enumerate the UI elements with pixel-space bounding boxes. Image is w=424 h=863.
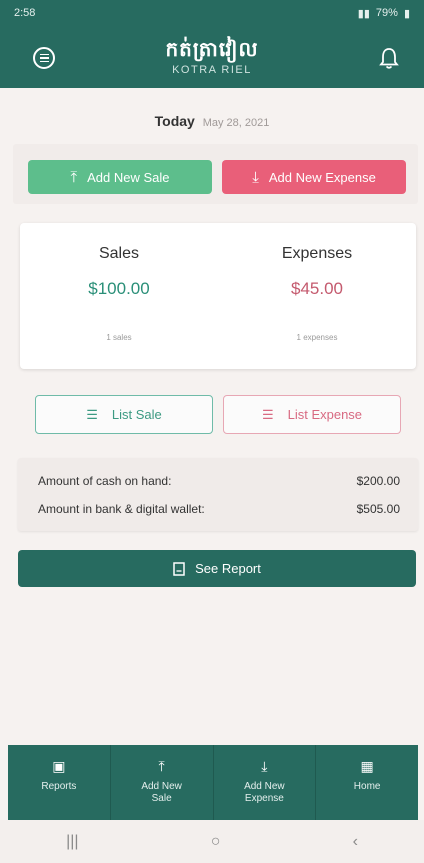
brand-latin: KOTRA RIEL bbox=[172, 64, 252, 76]
date-row: Today May 28, 2021 bbox=[0, 113, 424, 129]
sales-amount: $100.00 bbox=[88, 279, 150, 298]
system-nav-bar: ||| ○ ‹ bbox=[0, 820, 424, 863]
nav-item-add-new-sale[interactable]: ⤒ Add New Sale bbox=[111, 745, 214, 820]
home-circle-icon[interactable]: ○ bbox=[211, 833, 221, 851]
bank-wallet-value: $505.00 bbox=[356, 502, 400, 516]
battery-icon: ▮ bbox=[403, 7, 410, 20]
see-report-button[interactable]: See Report bbox=[18, 550, 416, 587]
list-expense-label: List Expense bbox=[287, 407, 363, 422]
expenses-count: 1 expenses bbox=[296, 333, 338, 342]
expenses-label: Expenses bbox=[281, 245, 353, 262]
home-icon: ▦ bbox=[360, 758, 374, 774]
sales-count: 1 sales bbox=[106, 333, 132, 342]
status-icons: ▮▮ 79% ▮ bbox=[358, 7, 410, 20]
nav-item-reports[interactable]: ▣ Reports bbox=[8, 745, 111, 820]
add-new-sale-button[interactable]: ⤒ Add New Sale bbox=[28, 160, 212, 194]
nav-label-add-new-sale: Add New Sale bbox=[141, 781, 182, 804]
back-chevron-icon[interactable]: ‹ bbox=[353, 833, 358, 851]
app-header: 2:58 ▮▮ 79% ▮ កត់ត្រាវៀល KOTRA RIEL bbox=[0, 0, 424, 88]
nav-item-add-new-expense[interactable]: ⤓ Add New Expense bbox=[214, 745, 317, 820]
sales-summary: Sales $100.00 1 sales bbox=[20, 245, 218, 342]
cash-on-hand-row: Amount of cash on hand: $200.00 bbox=[38, 474, 400, 490]
expenses-amount: $45.00 bbox=[291, 279, 343, 298]
list-sale-button[interactable]: ☰ List Sale bbox=[35, 395, 213, 434]
action-panel: ⤒ Add New Sale ⤓ Add New Expense bbox=[13, 144, 418, 204]
list-sale-label: List Sale bbox=[111, 407, 162, 422]
list-icon: ☰ bbox=[86, 406, 98, 422]
report-icon: ▣ bbox=[52, 758, 66, 774]
sales-label: Sales bbox=[98, 245, 140, 262]
status-bar: 2:58 ▮▮ 79% ▮ bbox=[0, 0, 424, 26]
list-icon: ☰ bbox=[261, 406, 274, 422]
nav-label-add-new-expense: Add New Expense bbox=[244, 781, 285, 804]
bank-wallet-label: Amount in bank & digital wallet: bbox=[38, 502, 205, 516]
signal-icon: ▮▮ bbox=[357, 7, 370, 20]
recent-apps-icon[interactable]: ||| bbox=[66, 833, 78, 851]
today-label: Today bbox=[154, 113, 195, 129]
notification-bell-icon[interactable] bbox=[378, 46, 400, 70]
cash-on-hand-label: Amount of cash on hand: bbox=[38, 474, 172, 488]
arrow-down-icon: ⤓ bbox=[261, 758, 268, 774]
arrow-up-icon: ⤒ bbox=[70, 168, 78, 186]
app-logo: កត់ត្រាវៀល KOTRA RIEL bbox=[0, 36, 424, 76]
cash-on-hand-value: $200.00 bbox=[356, 474, 400, 488]
nav-label-reports: Reports bbox=[41, 781, 77, 792]
add-new-expense-button[interactable]: ⤓ Add New Expense bbox=[222, 160, 406, 194]
list-expense-button[interactable]: ☰ List Expense bbox=[223, 395, 401, 434]
see-report-label: See Report bbox=[195, 561, 261, 576]
brand-khmer: កត់ត្រាវៀល bbox=[165, 37, 259, 61]
add-new-expense-label: Add New Expense bbox=[268, 169, 376, 185]
bank-wallet-row: Amount in bank & digital wallet: $505.00 bbox=[38, 502, 400, 518]
nav-label-home: Home bbox=[353, 781, 381, 792]
app-root: 2:58 ▮▮ 79% ▮ កត់ត្រាវៀល KOTRA RIEL Toda… bbox=[0, 0, 424, 863]
arrow-down-icon: ⤓ bbox=[252, 168, 259, 186]
cash-balance-panel: Amount of cash on hand: $200.00 Amount i… bbox=[18, 458, 418, 531]
nav-item-home[interactable]: ▦ Home bbox=[316, 745, 418, 820]
battery-level: 79% bbox=[375, 7, 398, 19]
arrow-up-icon: ⤒ bbox=[158, 758, 165, 774]
expenses-summary: Expenses $45.00 1 expenses bbox=[218, 245, 416, 342]
summary-card: Sales $100.00 1 sales Expenses $45.00 1 … bbox=[20, 223, 416, 369]
status-time: 2:58 bbox=[14, 7, 36, 19]
add-new-sale-label: Add New Sale bbox=[87, 169, 170, 185]
bottom-nav: ▣ Reports ⤒ Add New Sale ⤓ Add New Expen… bbox=[8, 745, 418, 820]
current-date: May 28, 2021 bbox=[202, 117, 270, 129]
report-icon bbox=[173, 561, 185, 576]
